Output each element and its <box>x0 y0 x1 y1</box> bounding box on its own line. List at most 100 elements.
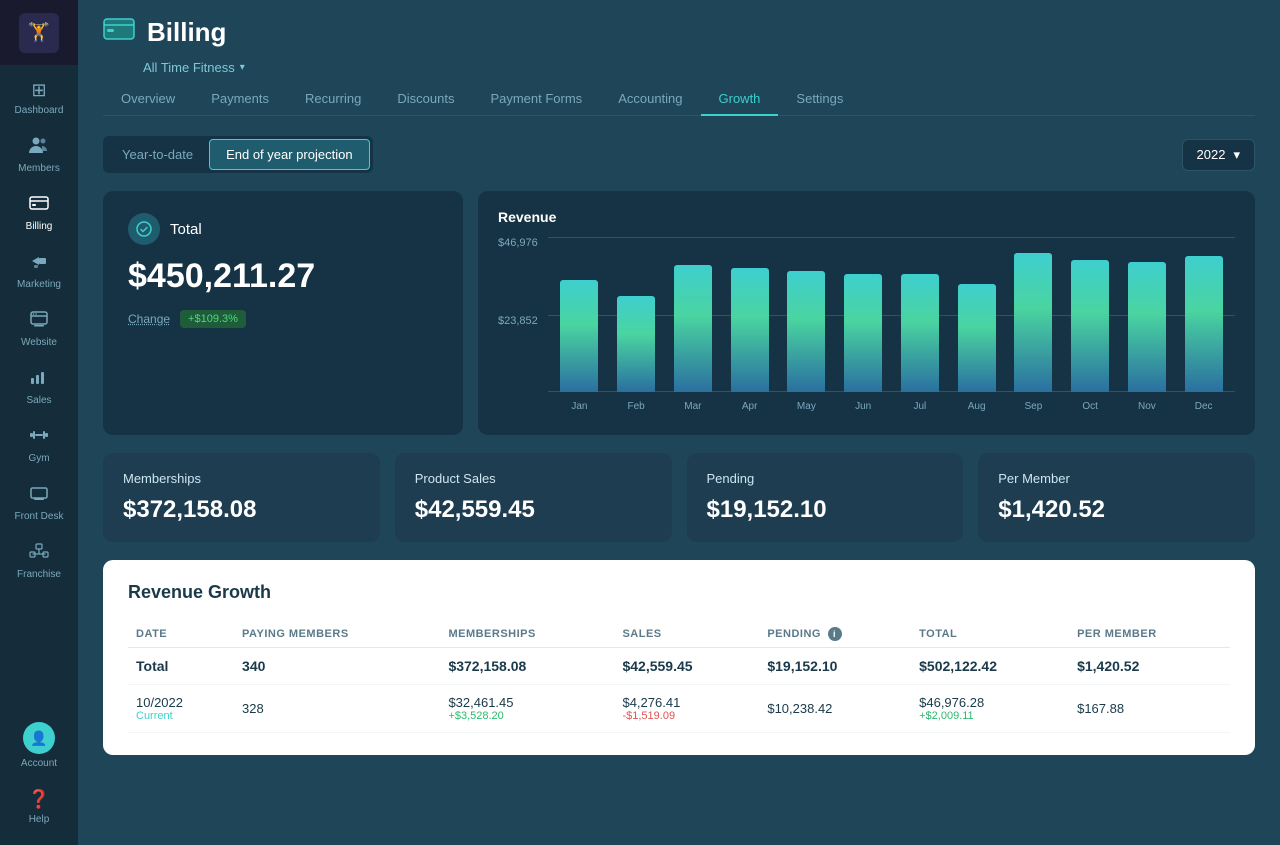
help-icon: ❓ <box>28 789 50 810</box>
sidebar-item-members[interactable]: Members <box>0 126 78 184</box>
metric-value-memberships: $372,158.08 <box>123 496 360 524</box>
x-label-aug: Aug <box>950 395 1003 417</box>
col-paying-members: PAYING MEMBERS <box>234 621 440 648</box>
metric-label-product-sales: Product Sales <box>415 471 652 486</box>
total-icon <box>128 213 160 245</box>
sidebar-item-dashboard[interactable]: ⊞ Dashboard <box>0 70 78 126</box>
row1-total: $46,976.28 +$2,009.11 <box>911 685 1069 733</box>
total-card-header: Total <box>128 213 438 245</box>
bar-mar <box>674 265 712 392</box>
members-icon <box>29 136 49 159</box>
metric-label-memberships: Memberships <box>123 471 360 486</box>
metric-label-pending: Pending <box>707 471 944 486</box>
x-label-nov: Nov <box>1121 395 1174 417</box>
table-row-oct2022: 10/2022 Current 328 $32,461.45 +$3,528.2… <box>128 685 1230 733</box>
sidebar-item-billing[interactable]: Billing <box>0 184 78 242</box>
sidebar-label-members: Members <box>18 163 60 174</box>
tab-growth[interactable]: Growth <box>701 83 779 116</box>
row1-paying-members: 328 <box>234 685 440 733</box>
total-card: Total $450,211.27 Change +$109.3% <box>103 191 463 435</box>
bar-group-apr <box>723 237 776 392</box>
total-pending: $19,152.10 <box>759 648 911 685</box>
metric-card-pending: Pending $19,152.10 <box>687 453 964 542</box>
sidebar-label-billing: Billing <box>26 221 53 232</box>
bar-sep <box>1014 253 1052 393</box>
year-chevron-icon: ▾ <box>1233 147 1240 163</box>
sidebar-nav: ⊞ Dashboard Members Billing Marketing <box>0 65 78 712</box>
bar-group-oct <box>1064 237 1117 392</box>
dashboard-icon: ⊞ <box>31 80 46 101</box>
main-content: Billing All Time Fitness ▾ Overview Paym… <box>78 0 1280 845</box>
end-of-year-button[interactable]: End of year projection <box>209 139 369 170</box>
x-label-sep: Sep <box>1007 395 1060 417</box>
sidebar: 🏋 ⊞ Dashboard Members Billing Marketing <box>0 0 78 845</box>
row1-per-member: $167.88 <box>1069 685 1230 733</box>
revenue-growth-section: Revenue Growth DATE PAYING MEMBERS MEMBE… <box>103 560 1255 755</box>
tab-discounts[interactable]: Discounts <box>379 83 472 116</box>
tab-payments[interactable]: Payments <box>193 83 287 116</box>
tab-payment-forms[interactable]: Payment Forms <box>472 83 600 116</box>
x-label-oct: Oct <box>1064 395 1117 417</box>
sidebar-label-frontdesk: Front Desk <box>15 511 64 522</box>
marketing-icon <box>29 252 49 275</box>
tab-recurring[interactable]: Recurring <box>287 83 379 116</box>
tab-overview[interactable]: Overview <box>103 83 193 116</box>
bar-jul <box>901 274 939 392</box>
total-per-member: $1,420.52 <box>1069 648 1230 685</box>
sidebar-item-frontdesk[interactable]: Front Desk <box>0 474 78 532</box>
x-label-jan: Jan <box>553 395 606 417</box>
bar-dec <box>1185 256 1223 392</box>
bar-jan <box>560 280 598 392</box>
bar-group-jan <box>553 237 606 392</box>
sidebar-item-website[interactable]: Website <box>0 300 78 358</box>
total-paying-members: 340 <box>234 648 440 685</box>
filter-buttons-group: Year-to-date End of year projection <box>103 136 373 173</box>
sidebar-item-marketing[interactable]: Marketing <box>0 242 78 300</box>
x-label-dec: Dec <box>1177 395 1230 417</box>
col-pending: PENDING i <box>759 621 911 648</box>
row1-sales: $4,276.41 -$1,519.09 <box>614 685 759 733</box>
x-label-mar: Mar <box>667 395 720 417</box>
year-to-date-button[interactable]: Year-to-date <box>106 139 209 170</box>
chart-title: Revenue <box>498 209 1235 225</box>
sidebar-item-sales[interactable]: Sales <box>0 358 78 416</box>
franchise-icon <box>29 542 49 565</box>
filter-bar: Year-to-date End of year projection 2022… <box>103 136 1255 173</box>
frontdesk-icon <box>29 484 49 507</box>
sidebar-logo: 🏋 <box>0 0 78 65</box>
x-label-jun: Jun <box>837 395 890 417</box>
table-row-total: Total 340 $372,158.08 $42,559.45 $19,152… <box>128 648 1230 685</box>
sales-icon <box>29 368 49 391</box>
metric-card-per-member: Per Member $1,420.52 <box>978 453 1255 542</box>
metric-card-memberships: Memberships $372,158.08 <box>103 453 380 542</box>
sidebar-item-franchise[interactable]: Franchise <box>0 532 78 590</box>
chevron-down-icon: ▾ <box>240 62 245 73</box>
tab-settings[interactable]: Settings <box>778 83 861 116</box>
metric-card-product-sales: Product Sales $42,559.45 <box>395 453 672 542</box>
pending-info-icon: i <box>828 627 842 641</box>
bar-feb <box>617 296 655 392</box>
bar-apr <box>731 268 769 392</box>
page-title: Billing <box>147 17 226 48</box>
year-selector[interactable]: 2022 ▾ <box>1182 139 1255 171</box>
sidebar-item-gym[interactable]: Gym <box>0 416 78 474</box>
sidebar-item-account[interactable]: 👤 Account <box>0 712 78 779</box>
revenue-growth-table: DATE PAYING MEMBERS MEMBERSHIPS SALES PE… <box>128 621 1230 733</box>
sidebar-item-help[interactable]: ❓ Help <box>0 779 78 835</box>
org-selector[interactable]: All Time Fitness ▾ <box>143 60 1255 75</box>
bar-group-aug <box>950 237 1003 392</box>
tab-accounting[interactable]: Accounting <box>600 83 700 116</box>
sidebar-label-gym: Gym <box>28 453 49 464</box>
bar-nov <box>1128 262 1166 392</box>
content-area: Year-to-date End of year projection 2022… <box>78 116 1280 845</box>
x-label-feb: Feb <box>610 395 663 417</box>
bar-group-may <box>780 237 833 392</box>
app-logo: 🏋 <box>19 13 59 53</box>
sidebar-label-franchise: Franchise <box>17 569 61 580</box>
col-per-member: PER MEMBER <box>1069 621 1230 648</box>
metric-value-per-member: $1,420.52 <box>998 496 1235 524</box>
col-date: DATE <box>128 621 234 648</box>
change-row: Change +$109.3% <box>128 310 438 328</box>
bar-may <box>787 271 825 392</box>
x-labels: JanFebMarAprMayJunJulAugSepOctNovDec <box>548 395 1235 417</box>
